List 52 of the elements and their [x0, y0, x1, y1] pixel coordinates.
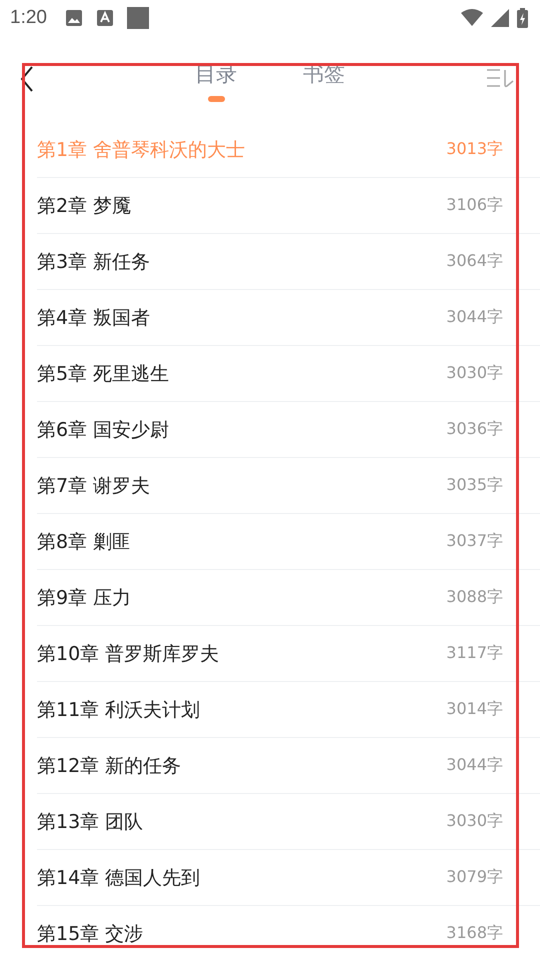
word-count: 3117字	[446, 643, 503, 664]
chapter-title: 第8章 剿匪	[37, 530, 132, 554]
wifi-icon	[461, 9, 483, 27]
chapter-row[interactable]: 第2章 梦魇 3106字	[37, 178, 540, 234]
battery-icon	[517, 8, 528, 28]
font-icon	[96, 10, 113, 26]
back-icon[interactable]	[20, 66, 34, 92]
chapter-title: 第5章 死里逃生	[37, 362, 170, 386]
word-count: 3064字	[446, 251, 503, 272]
chapter-row[interactable]: 第9章 压力 3088字	[37, 570, 540, 626]
chapter-title: 第14章 德国人先到	[37, 866, 200, 890]
chapter-row[interactable]: 第6章 国安少尉 3036字	[37, 402, 540, 458]
chapter-row[interactable]: 第15章 交涉 3168字	[37, 906, 540, 960]
word-count: 3088字	[446, 587, 503, 608]
square-icon	[126, 7, 149, 29]
word-count: 3030字	[446, 363, 503, 384]
chapter-row[interactable]: 第7章 谢罗夫 3035字	[37, 458, 540, 514]
chapter-row[interactable]: 第14章 德国人先到 3079字	[37, 850, 540, 906]
chapter-title: 第3章 新任务	[37, 250, 150, 274]
chapter-title: 第11章 利沃夫计划	[37, 698, 200, 722]
signal-icon	[491, 9, 509, 27]
chapter-row[interactable]: 第5章 死里逃生 3030字	[37, 346, 540, 402]
word-count: 3030字	[446, 811, 503, 832]
word-count: 3168字	[446, 923, 503, 944]
word-count: 3044字	[446, 307, 503, 328]
chapter-title: 第2章 梦魇	[37, 194, 132, 218]
chapter-title: 第12章 新的任务	[37, 754, 182, 778]
chapter-title: 第15章 交涉	[37, 922, 144, 946]
chapter-row[interactable]: 第10章 普罗斯库罗夫 3117字	[37, 626, 540, 682]
status-time: 1:20	[10, 7, 47, 29]
word-count: 3037字	[446, 531, 503, 552]
word-count: 3014字	[446, 699, 503, 720]
chapter-title: 第9章 压力	[37, 586, 132, 610]
chapter-row[interactable]: 第12章 新的任务 3044字	[37, 738, 540, 794]
image-icon	[64, 9, 83, 27]
word-count: 3035字	[446, 475, 503, 496]
word-count: 3013字	[446, 139, 503, 160]
word-count: 3106字	[446, 195, 503, 216]
chapter-row[interactable]: 第3章 新任务 3064字	[37, 234, 540, 290]
chapter-title: 第1章 舍普琴科沃的大士	[37, 138, 246, 162]
chapter-title: 第6章 国安少尉	[37, 418, 170, 442]
word-count: 3044字	[446, 755, 503, 776]
chapter-row[interactable]: 第13章 团队 3030字	[37, 794, 540, 850]
chapter-row[interactable]: 第4章 叛国者 3044字	[37, 290, 540, 346]
chapter-title: 第10章 普罗斯库罗夫	[37, 642, 220, 666]
chapter-title: 第4章 叛国者	[37, 306, 150, 330]
chapter-title: 第7章 谢罗夫	[37, 474, 150, 498]
word-count: 3036字	[446, 419, 503, 440]
chapter-row[interactable]: 第11章 利沃夫计划 3014字	[37, 682, 540, 738]
chapter-title: 第13章 团队	[37, 810, 144, 834]
word-count: 3079字	[446, 867, 503, 888]
chapter-row[interactable]: 第8章 剿匪 3037字	[37, 514, 540, 570]
